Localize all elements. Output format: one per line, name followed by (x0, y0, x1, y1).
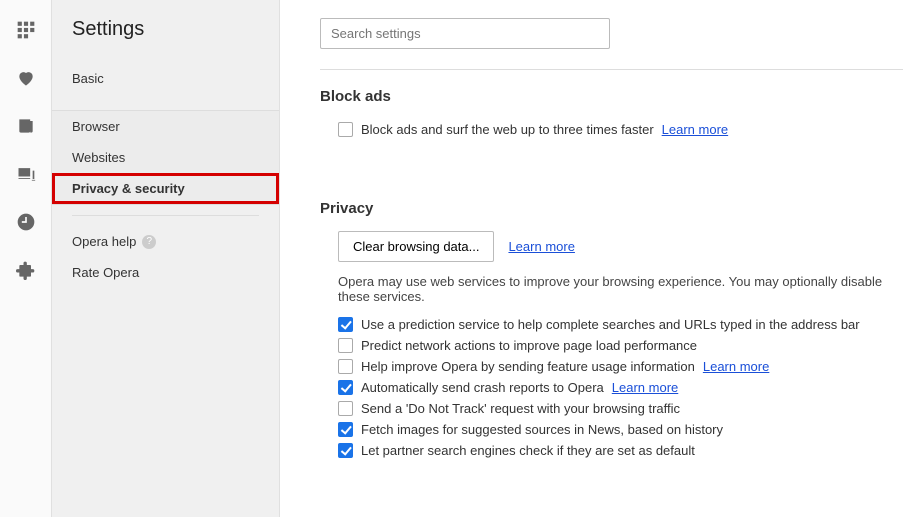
clear-browsing-row: Clear browsing data... Learn more (320, 231, 903, 262)
sidebar-item-browser[interactable]: Browser (52, 111, 279, 142)
sidebar-help-group: Opera help ? Rate Opera (72, 215, 259, 288)
sidebar-item-rate-opera[interactable]: Rate Opera (72, 257, 259, 288)
history-icon[interactable] (16, 212, 36, 232)
block-ads-label: Block ads and surf the web up to three t… (361, 122, 654, 137)
privacy-option-row[interactable]: Send a 'Do Not Track' request with your … (320, 398, 903, 419)
sidebar-item-privacy-security[interactable]: Privacy & security (52, 173, 279, 204)
section-title-privacy: Privacy (320, 200, 903, 217)
privacy-option-checkbox[interactable] (338, 401, 353, 416)
section-title-block-ads: Block ads (320, 88, 903, 105)
privacy-option-learn-more-link[interactable]: Learn more (703, 359, 769, 374)
search-settings-input[interactable] (320, 18, 610, 49)
help-icon: ? (142, 235, 156, 249)
privacy-option-label: Automatically send crash reports to Oper… (361, 380, 604, 395)
privacy-option-checkbox[interactable] (338, 422, 353, 437)
sidebar-item-label: Opera help (72, 234, 136, 249)
extensions-icon[interactable] (16, 260, 36, 280)
block-ads-checkbox[interactable] (338, 122, 353, 137)
page-title: Settings (52, 18, 279, 61)
sidebar-item-basic[interactable]: Basic (52, 61, 279, 110)
privacy-option-label: Predict network actions to improve page … (361, 338, 697, 353)
sidebar-item-websites[interactable]: Websites (52, 142, 279, 173)
block-ads-learn-more-link[interactable]: Learn more (662, 122, 728, 137)
speed-dial-icon[interactable] (16, 20, 36, 40)
privacy-option-row[interactable]: Fetch images for suggested sources in Ne… (320, 419, 903, 440)
sidebar-group: Browser Websites Privacy & security (52, 110, 279, 205)
privacy-option-row[interactable]: Automatically send crash reports to Oper… (320, 377, 903, 398)
settings-main: Block ads Block ads and surf the web up … (280, 0, 911, 517)
privacy-option-label: Send a 'Do Not Track' request with your … (361, 401, 680, 416)
privacy-option-checkbox[interactable] (338, 338, 353, 353)
news-icon[interactable] (16, 116, 36, 136)
privacy-option-checkbox[interactable] (338, 317, 353, 332)
privacy-option-label: Let partner search engines check if they… (361, 443, 695, 458)
divider (320, 69, 903, 70)
block-ads-row[interactable]: Block ads and surf the web up to three t… (320, 119, 903, 140)
sync-icon[interactable] (16, 164, 36, 184)
settings-sidebar: Settings Basic Browser Websites Privacy … (52, 0, 280, 517)
privacy-option-checkbox[interactable] (338, 359, 353, 374)
privacy-option-checkbox[interactable] (338, 380, 353, 395)
privacy-option-row[interactable]: Use a prediction service to help complet… (320, 314, 903, 335)
privacy-option-checkbox[interactable] (338, 443, 353, 458)
privacy-option-row[interactable]: Let partner search engines check if they… (320, 440, 903, 461)
heart-icon[interactable] (16, 68, 36, 88)
clear-browsing-data-button[interactable]: Clear browsing data... (338, 231, 494, 262)
left-rail (0, 0, 52, 517)
privacy-option-row[interactable]: Predict network actions to improve page … (320, 335, 903, 356)
privacy-option-learn-more-link[interactable]: Learn more (612, 380, 678, 395)
privacy-option-label: Use a prediction service to help complet… (361, 317, 860, 332)
privacy-option-row[interactable]: Help improve Opera by sending feature us… (320, 356, 903, 377)
privacy-option-label: Help improve Opera by sending feature us… (361, 359, 695, 374)
privacy-option-label: Fetch images for suggested sources in Ne… (361, 422, 723, 437)
privacy-options-list: Use a prediction service to help complet… (320, 314, 903, 461)
privacy-learn-more-link[interactable]: Learn more (508, 239, 574, 254)
sidebar-item-opera-help[interactable]: Opera help ? (72, 226, 259, 257)
privacy-description: Opera may use web services to improve yo… (320, 274, 903, 304)
